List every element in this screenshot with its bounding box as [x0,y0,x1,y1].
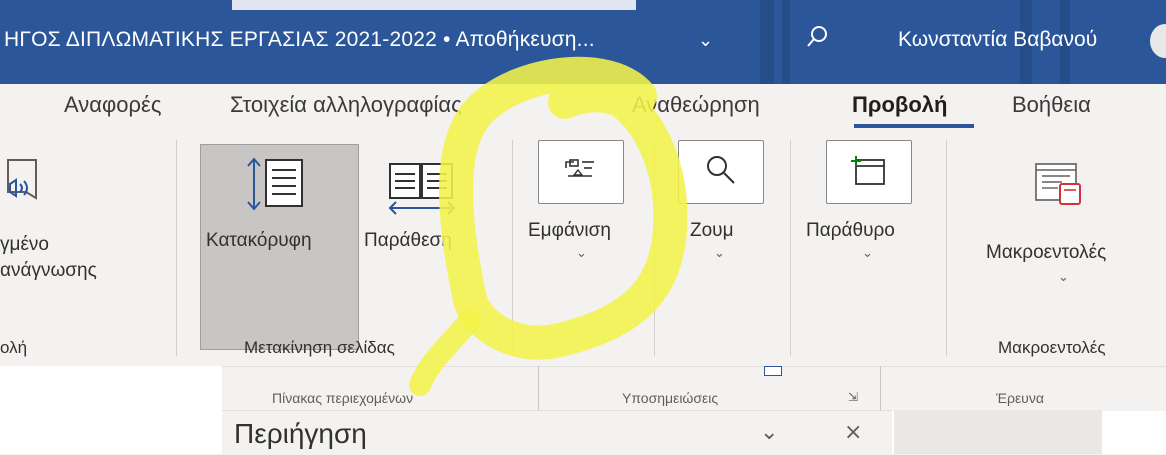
chevron-down-icon[interactable]: ⌄ [760,420,778,445]
document-margin [894,410,1102,454]
tab-view[interactable]: Προβολή [852,92,947,118]
immersive-reader-label-1[interactable]: γμένο [0,234,49,256]
tab-mailings[interactable]: Στοιχεία αλληλογραφίας [230,92,462,118]
footnote-icon[interactable] [764,366,782,376]
tab-help[interactable]: Βοήθεια [1012,92,1091,118]
tab-review[interactable]: Αναθεώρηση [632,92,760,118]
title-bar-top-strip [232,0,636,10]
group-separator [946,140,947,356]
zoom-chevron-down-icon[interactable]: ⌄ [714,246,725,261]
vertical-page-icon [247,157,303,211]
page-movement-group-label: Μετακίνηση σελίδας [244,338,395,357]
active-tab-indicator [854,124,974,128]
new-window-icon [851,156,885,185]
zoom-label[interactable]: Ζουμ [690,220,734,242]
close-icon[interactable]: × [844,420,862,445]
group-separator [880,366,881,410]
ribbon-tabs: Αναφορές Στοιχεία αλληλογραφίας Αναθεώρη… [0,84,1166,134]
tab-references[interactable]: Αναφορές [64,92,161,118]
show-icon [565,159,594,177]
window-label[interactable]: Παράθυρο [806,220,895,242]
title-bar: ΗΓΟΣ ΔΙΠΛΩΜΑΤΙΚΗΣ ΕΡΓΑΣΙΑΣ 2021-2022 • Α… [0,0,1166,84]
immersive-reader-label-2[interactable]: ανάγνωσης [0,260,97,282]
immersive-reader-icon[interactable] [0,158,44,214]
macros-group-label: Μακροεντολές [998,338,1106,357]
vertical-label: Κατακόρυφη [206,230,312,251]
views-group-label: ολή [0,338,28,357]
title-decor [760,0,774,84]
group-separator [538,366,539,410]
user-name[interactable]: Κωνσταντία Βαβανού [898,28,1097,52]
title-chevron-down-icon[interactable]: ⌄ [698,30,713,51]
footnotes-group-label: Υποσημειώσεις [622,390,719,406]
navigation-pane-title: Περιήγηση [234,418,367,449]
dialog-launcher-icon[interactable]: ⇲ [848,390,858,404]
group-separator [790,140,791,356]
macros-label[interactable]: Μακροεντολές [986,242,1106,264]
avatar[interactable] [1150,24,1166,58]
show-label[interactable]: Εμφάνιση [528,220,611,242]
window-chevron-down-icon[interactable]: ⌄ [862,246,873,261]
group-separator [512,140,513,356]
side-to-side-label[interactable]: Παράθεση [364,230,452,252]
toc-group-label: Πίνακας περιεχομένων [272,390,414,406]
title-decor [782,0,790,84]
group-separator [654,140,655,356]
research-group-label: Έρευνα [996,390,1044,406]
macros-chevron-down-icon[interactable]: ⌄ [1058,270,1069,285]
zoom-magnifier-icon [707,156,735,184]
side-to-side-icon[interactable] [384,162,460,216]
macros-icon[interactable] [1032,160,1090,210]
show-chevron-down-icon[interactable]: ⌄ [576,246,587,261]
group-separator [176,140,177,356]
document-title[interactable]: ΗΓΟΣ ΔΙΠΛΩΜΑΤΙΚΗΣ ΕΡΓΑΣΙΑΣ 2021-2022 • Α… [4,28,595,52]
search-icon[interactable] [806,24,830,48]
